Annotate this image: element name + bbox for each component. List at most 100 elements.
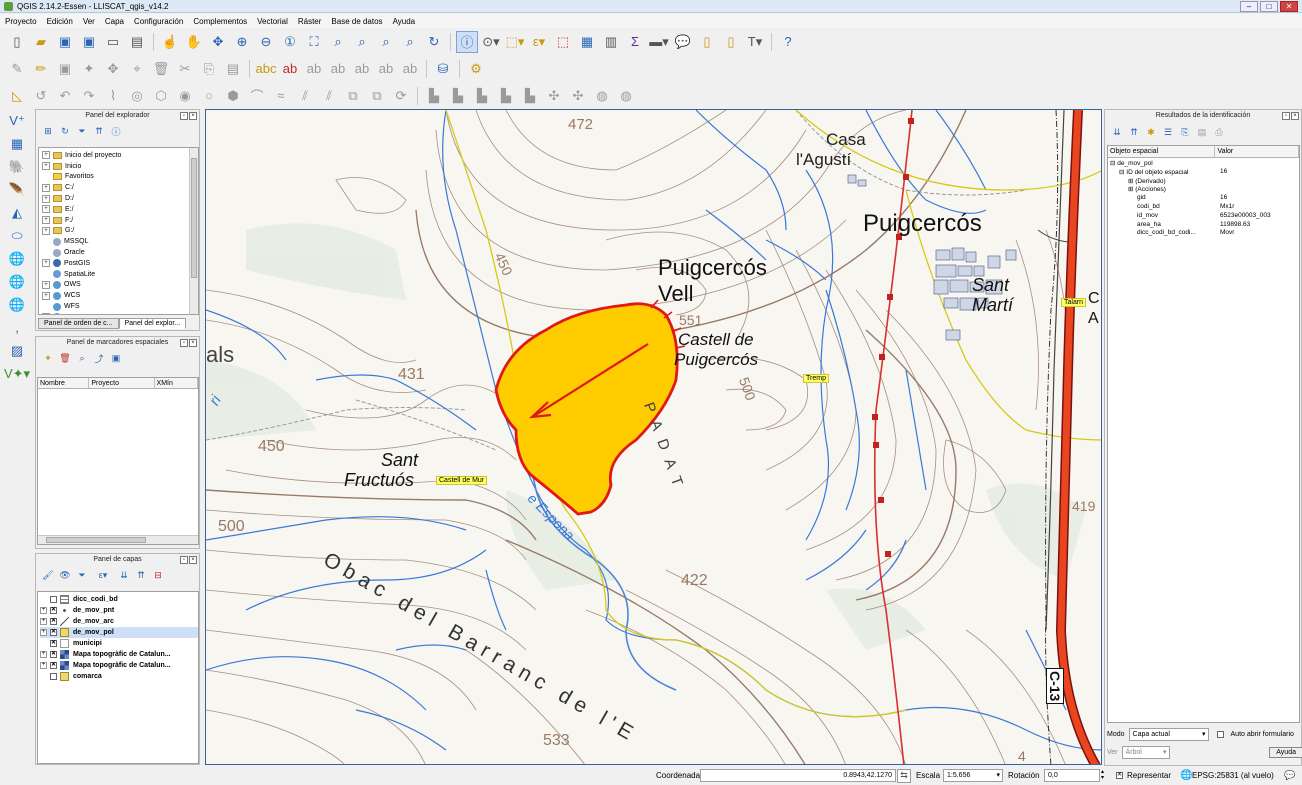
touch-zoom-icon[interactable]: ☝ [159, 31, 181, 53]
circle-tool-icon[interactable]: ◍ [591, 85, 613, 107]
browser-item[interactable]: MSSQL [42, 236, 198, 247]
move-feature-icon[interactable]: ✥ [102, 58, 124, 80]
zoom-next-icon[interactable]: ⌕ [399, 31, 421, 53]
column-header-objeto[interactable]: Objeto espacial [1108, 146, 1216, 157]
layer-item[interactable]: dicc_codi_bd [40, 594, 198, 605]
menu-ver[interactable]: Ver [78, 17, 100, 26]
minimize-icon[interactable]: – [1240, 1, 1258, 12]
browser-item[interactable]: + WCS [42, 290, 198, 301]
expand-icon[interactable]: + [42, 205, 50, 214]
layer-visibility-checkbox[interactable]: ✕ [50, 662, 57, 669]
toggle-extents-icon[interactable]: ⇆ [897, 768, 911, 783]
zoom-to-layer-icon[interactable]: ⌕ [351, 31, 373, 53]
export-bookmark-icon[interactable]: ▣ [109, 351, 123, 365]
pan-to-selection-icon[interactable]: ✥ [207, 31, 229, 53]
float-icon[interactable]: ▫ [1282, 112, 1290, 120]
reshape-icon[interactable]: ⌒ [246, 85, 268, 107]
statistics-icon[interactable]: ▥ [600, 31, 622, 53]
close-icon[interactable]: ✕ [1280, 1, 1298, 12]
select-features-icon[interactable]: ⬚▾ [504, 31, 526, 53]
tab-browser[interactable]: Panel del explor... [118, 318, 187, 329]
bookmarks-hscrollbar[interactable] [38, 535, 198, 544]
toggle-editing-icon[interactable]: ✏ [30, 58, 52, 80]
redo-icon[interactable]: ↷ [78, 85, 100, 107]
layer-item[interactable]: comarca [40, 671, 198, 682]
mode-select[interactable]: Capa actual [1128, 727, 1209, 741]
expand-icon[interactable]: + [42, 259, 50, 268]
clear-results-icon[interactable]: ☰ [1161, 125, 1175, 139]
python-console-icon[interactable]: ⚙ [465, 58, 487, 80]
new-bookmark-icon[interactable]: ▯ [696, 31, 718, 53]
manage-visibility-icon[interactable]: 👁 [58, 568, 72, 582]
browser-item[interactable]: + F:/ [42, 215, 198, 226]
db-manager-icon[interactable]: ⛁ [432, 58, 454, 80]
render-checkbox[interactable]: ✕ [1116, 772, 1123, 779]
menu-vectorial[interactable]: Vectorial [252, 17, 293, 26]
split-parts-icon[interactable]: ⫽ [318, 85, 340, 107]
align-bottom-icon[interactable]: ▙ [519, 85, 541, 107]
layer-visibility-checkbox[interactable]: ✕ [50, 607, 57, 614]
column-header-valor[interactable]: Valor [1215, 146, 1299, 157]
field-calculator-icon[interactable]: Σ [624, 31, 646, 53]
browser-item[interactable]: Oracle [42, 247, 198, 258]
print-response-icon[interactable]: ⎙ [1212, 125, 1226, 139]
add-selected-layers-icon[interactable]: ⊞ [41, 124, 55, 138]
scrollbar-thumb[interactable] [191, 158, 197, 278]
filter-by-expression-icon[interactable]: ε▾ [92, 568, 114, 582]
digitize-icon[interactable]: ✣ [543, 85, 565, 107]
layer-visibility-checkbox[interactable] [50, 596, 57, 603]
delete-selected-icon[interactable]: 🗑 [150, 58, 172, 80]
browser-item[interactable]: + D:/ [42, 193, 198, 204]
zoom-out-icon[interactable]: ⊖ [255, 31, 277, 53]
auto-open-form-checkbox[interactable] [1216, 730, 1224, 738]
save-as-icon[interactable]: ▣ [78, 31, 100, 53]
close-panel-icon[interactable]: × [1291, 112, 1299, 120]
float-icon[interactable]: ▫ [180, 556, 188, 564]
browser-item[interactable]: WFS [42, 301, 198, 312]
digitize-2-icon[interactable]: ✣ [567, 85, 589, 107]
expand-icon[interactable]: + [42, 291, 50, 300]
identify-row[interactable]: dicc_codi_bd_codi... Movr [1110, 229, 1299, 238]
attribute-table-icon[interactable]: ▦ [576, 31, 598, 53]
layer-visibility-checkbox[interactable]: ✕ [50, 651, 57, 658]
browser-item[interactable]: + PostGIS [42, 258, 198, 269]
layer-item[interactable]: + ✕ de_mov_pol [40, 627, 198, 638]
label-show-hide-icon[interactable]: ab [399, 58, 421, 80]
copy-features-icon[interactable]: ⎘ [198, 58, 220, 80]
add-postgis-layer-icon[interactable]: 🐘 [4, 156, 30, 177]
zoom-to-selection-icon[interactable]: ⌕ [327, 31, 349, 53]
browser-item[interactable]: + G:/ [42, 226, 198, 237]
remove-layer-icon[interactable]: ⊟ [151, 568, 165, 582]
layer-visibility-checkbox[interactable]: ✕ [50, 618, 57, 625]
delete-bookmark-icon[interactable]: 🗑 [58, 351, 72, 365]
fill-ring-icon[interactable]: ◉ [174, 85, 196, 107]
paste-features-icon[interactable]: ▤ [222, 58, 244, 80]
deselect-all-icon[interactable]: ⬚ [552, 31, 574, 53]
expand-icon[interactable]: + [42, 194, 50, 203]
scale-combo[interactable]: 1:5.656 [943, 769, 1003, 782]
layer-item[interactable]: + ✕ de_mov_pnt [40, 605, 198, 616]
menu-edicion[interactable]: Edición [42, 17, 78, 26]
new-bookmark-icon[interactable]: ✦ [41, 351, 55, 365]
close-panel-icon[interactable]: × [189, 556, 197, 564]
expand-icon[interactable]: + [42, 162, 50, 171]
current-edits-icon[interactable]: ✎ [6, 58, 28, 80]
crs-status[interactable]: EPSG:25831 (al vuelo) [1192, 771, 1274, 780]
offset-curve-icon[interactable]: ≈ [270, 85, 292, 107]
open-project-icon[interactable]: ▰ [30, 31, 52, 53]
browser-item[interactable]: Favoritos [42, 172, 198, 183]
menu-complementos[interactable]: Complementos [188, 17, 252, 26]
layer-item[interactable]: + ✕ Mapa topogràfic de Catalun... [40, 660, 198, 671]
identify-row[interactable]: ⊟ ID del objeto espacial 16 [1110, 168, 1299, 177]
delete-part-icon[interactable]: ⬢ [222, 85, 244, 107]
save-project-icon[interactable]: ▣ [54, 31, 76, 53]
help-button[interactable]: Ayuda [1269, 746, 1302, 758]
node-tool-icon[interactable]: ⌖ [126, 58, 148, 80]
collapse-all-icon[interactable]: ⇈ [92, 124, 106, 138]
rotate-feature-icon[interactable]: ↺ [30, 85, 52, 107]
collapse-all-icon[interactable]: ⇈ [134, 568, 148, 582]
expand-tree-icon[interactable]: ⇊ [1110, 125, 1124, 139]
expand-icon[interactable]: + [40, 651, 47, 658]
tab-layer-order[interactable]: Panel de orden de c... [38, 318, 119, 329]
share-bookmark-icon[interactable]: ⤴ [92, 351, 106, 365]
